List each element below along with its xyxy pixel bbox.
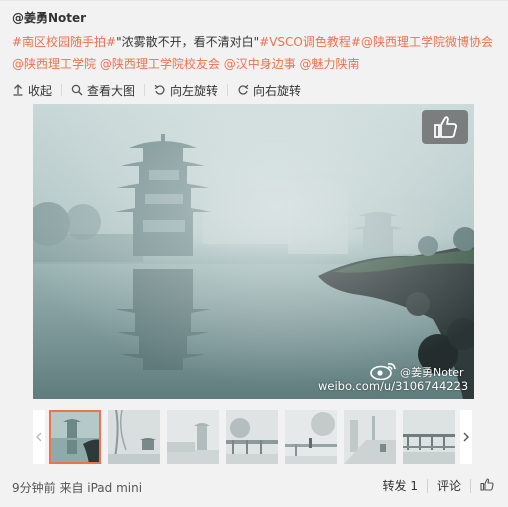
post-text-segment: "浓雾散不开，看不清对白" [116,35,260,49]
view-large-label: 查看大图 [87,83,136,98]
thumb-next-button[interactable] [460,410,472,464]
view-large-button[interactable]: 查看大图 [71,82,135,99]
rotate-left-icon [154,84,165,95]
watermark-author: @姜勇Noter [400,366,464,379]
author-name[interactable]: @姜勇Noter [12,9,86,26]
collapse-label: 收起 [28,83,53,98]
rotate-right-button[interactable]: 向右旋转 [237,82,301,99]
toolbar-divider [61,84,63,96]
thumbnail-image [226,410,278,464]
thumbs-up-icon [480,478,494,491]
like-image-button[interactable] [422,110,468,144]
main-photo[interactable] [33,104,474,399]
chevron-left-icon [36,432,42,442]
weibo-logo-icon [370,363,396,380]
post-actions: 转发 1 评论 [383,477,494,494]
post-link[interactable]: #南区校园随手拍# [12,35,116,49]
rotate-left-button[interactable]: 向左旋转 [154,82,218,99]
weibo-post-card: @姜勇Noter #南区校园随手拍#"浓雾散不开，看不清对白"#VSCO调色教程… [0,0,508,507]
thumbnail-2[interactable] [108,410,160,464]
arrow-up-icon [13,84,23,96]
thumbnail-strip [33,409,474,467]
thumbnail-1[interactable] [49,410,101,464]
thumbnail-5[interactable] [285,410,337,464]
thumbnail-image [344,410,396,464]
post-meta: 9分钟前 来自 iPad mini [12,481,143,495]
search-icon [71,84,83,96]
forward-button[interactable]: 转发 1 [383,477,418,494]
collapse-button[interactable]: 收起 [12,82,52,99]
post-footer: 9分钟前 来自 iPad mini 转发 1 评论 [0,473,508,499]
thumbnail-4[interactable] [226,410,278,464]
action-divider [426,478,428,493]
thumb-prev-button[interactable] [33,410,45,464]
comment-button[interactable]: 评论 [437,477,461,494]
image-toolbar: 收起 查看大图 向左旋转 向右旋转 [12,82,301,98]
toolbar-divider [227,84,229,96]
toolbar-divider [144,84,146,96]
thumbnail-image [108,410,160,464]
thumbs-up-icon [434,116,457,138]
post-text: #南区校园随手拍#"浓雾散不开，看不清对白"#VSCO调色教程#@陕西理工学院微… [12,31,500,75]
foggy-pagoda-photo [33,104,474,399]
rotate-left-label: 向左旋转 [170,83,219,98]
post-link[interactable]: @陕西理工学院校友会 [100,57,220,71]
post-link[interactable]: @魅力陕南 [300,57,360,71]
thumbnail-image [49,410,101,464]
thumbnail-6[interactable] [344,410,396,464]
thumbnail-3[interactable] [167,410,219,464]
chevron-right-icon [463,432,469,442]
post-link[interactable]: @陕西理工学院微博协会 [361,35,493,49]
thumbnail-image [403,410,455,464]
thumbnail-image [167,410,219,464]
like-button[interactable] [480,478,494,494]
post-link[interactable]: #VSCO调色教程# [259,35,361,49]
watermark-url: weibo.com/u/3106744223 [318,379,469,393]
thumbnail-7[interactable] [403,410,455,464]
post-link[interactable]: @陕西理工学院 [12,57,96,71]
action-divider [470,478,471,493]
thumbnail-image [285,410,337,464]
rotate-right-icon [238,84,249,95]
post-link[interactable]: @汉中身边事 [224,57,296,71]
rotate-right-label: 向右旋转 [253,83,302,98]
